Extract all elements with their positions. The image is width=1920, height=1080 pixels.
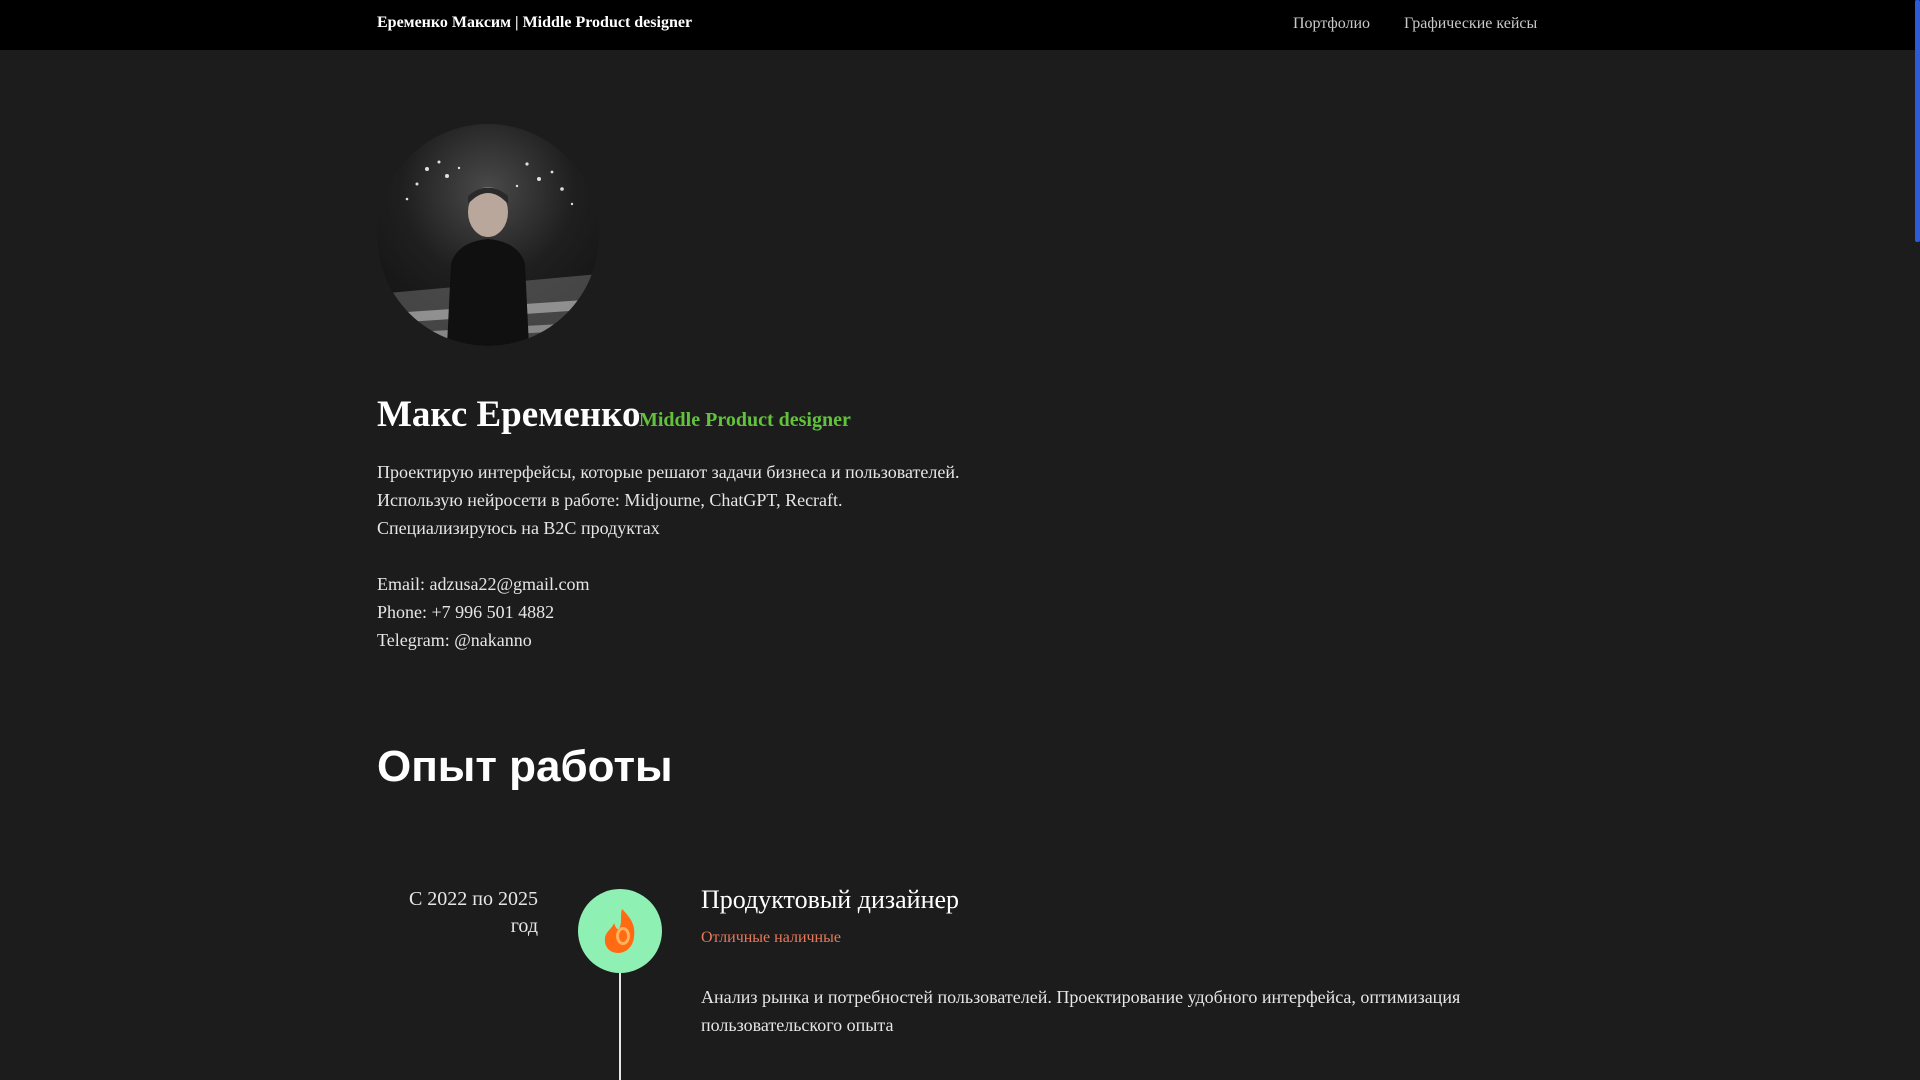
coin-flame-icon <box>604 909 635 953</box>
experience-title: Опыт работы <box>377 742 673 791</box>
timeline-line <box>619 970 621 1080</box>
avatar-photo <box>377 160 599 346</box>
bio-line: Специализируюсь на B2C продуктах <box>377 518 660 538</box>
nav-link-portfolio[interactable]: Портфолио <box>1293 15 1370 33</box>
top-navbar: Еременко Максим | Middle Product designe… <box>0 0 1915 50</box>
brand-link[interactable]: Еременко Максим | Middle Product designe… <box>377 14 692 32</box>
contact-email: Email: adzusa22@gmail.com <box>377 574 590 594</box>
page: Еременко Максим | Middle Product designe… <box>0 0 1920 1080</box>
job-period: С 2022 по 2025 год <box>408 888 538 937</box>
hero-role: Middle Product designer <box>639 409 851 431</box>
scrollbar-thumb[interactable] <box>1915 0 1920 242</box>
hero-name: Макс Еременко <box>377 394 641 435</box>
company-logo <box>578 889 662 973</box>
job-description: Анализ рынка и потребностей пользователе… <box>701 987 1461 1035</box>
job-company: Отличные наличные <box>701 929 841 946</box>
bio-line: Проектирую интерфейсы, которые решают за… <box>377 462 960 482</box>
bio-line: Использую нейросети в работе: Midjourne,… <box>377 490 843 510</box>
nav-link-graphic-cases[interactable]: Графические кейсы <box>1404 15 1537 33</box>
job-title: Продуктовый дизайнер <box>701 885 960 914</box>
avatar <box>377 124 599 346</box>
contact-telegram: Telegram: @nakanno <box>377 630 532 650</box>
contact-phone: Phone: +7 996 501 4882 <box>377 602 555 622</box>
